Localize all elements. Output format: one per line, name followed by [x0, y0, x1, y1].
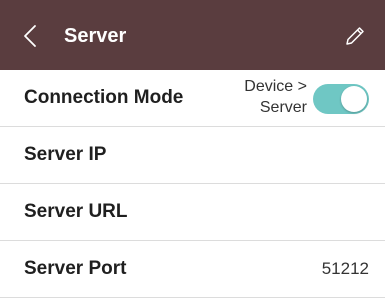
- chevron-left-icon: [24, 25, 36, 47]
- toggle-knob: [341, 86, 367, 112]
- server-ip-label: Server IP: [24, 144, 107, 165]
- back-button[interactable]: [20, 24, 40, 48]
- connection-mode-value: Device > Server: [217, 76, 307, 118]
- edit-button[interactable]: [341, 22, 369, 50]
- connection-mode-value-line1: Device >: [244, 78, 307, 95]
- server-url-label: Server URL: [24, 201, 128, 222]
- connection-mode-value-line2: Server: [259, 99, 307, 116]
- connection-mode-toggle[interactable]: [313, 84, 369, 114]
- server-port-row[interactable]: Server Port 51212: [0, 241, 385, 298]
- server-port-label: Server Port: [24, 258, 127, 279]
- header-bar: Server: [0, 0, 385, 70]
- server-settings-screen: Server Connection Mode Device > Server S…: [0, 0, 385, 300]
- server-url-row[interactable]: Server URL: [0, 184, 385, 241]
- connection-mode-row[interactable]: Connection Mode Device > Server: [0, 70, 385, 127]
- connection-mode-label: Connection Mode: [24, 87, 184, 108]
- page-title: Server: [64, 25, 127, 47]
- server-ip-row[interactable]: Server IP: [0, 127, 385, 184]
- server-port-value: 51212: [321, 259, 369, 278]
- pencil-icon: [346, 27, 364, 45]
